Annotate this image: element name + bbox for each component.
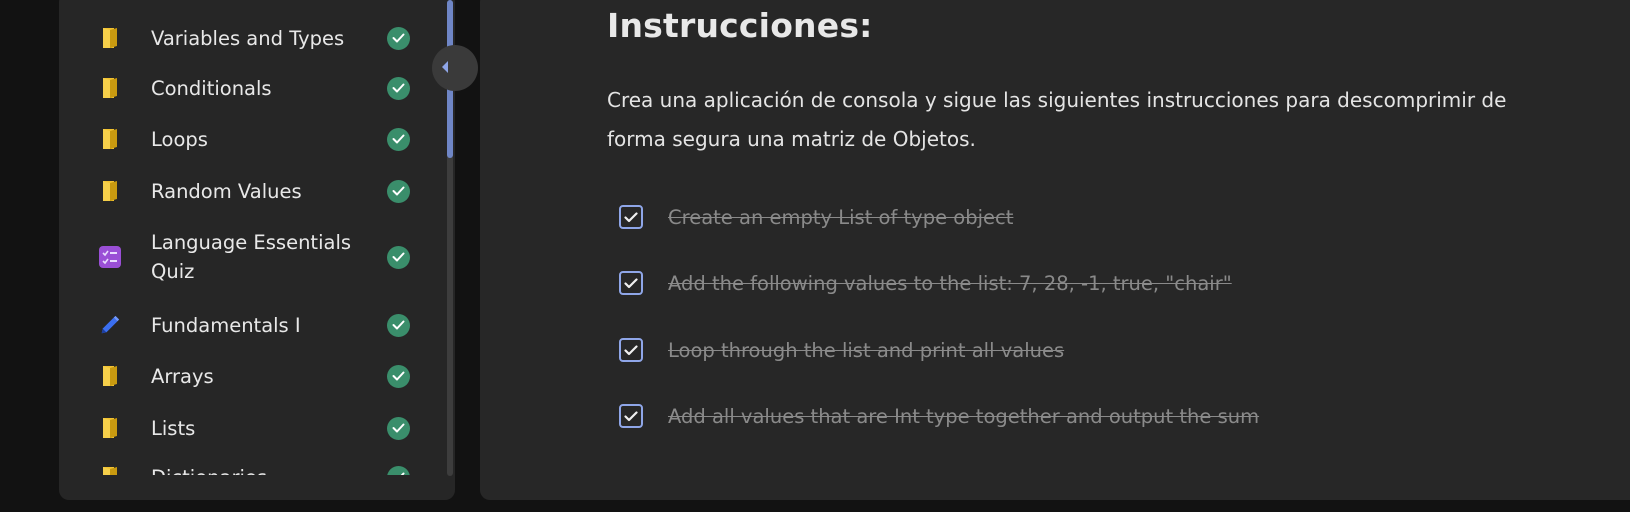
task-checkbox[interactable] (619, 205, 643, 229)
completed-check-icon (387, 416, 410, 440)
page-title: Instrucciones: (607, 6, 873, 45)
sidebar-item-fundamentals-i[interactable]: Fundamentals I (59, 310, 449, 340)
sidebar-item-conditionals[interactable]: Conditionals (59, 73, 449, 103)
sidebar-item-variables-and-types[interactable]: Variables and Types (59, 23, 449, 53)
completed-check-icon (387, 465, 410, 475)
book-icon (99, 465, 121, 475)
chevron-left-icon (440, 59, 450, 78)
sidebar-item-label: Arrays (151, 364, 214, 388)
task-item: Loop through the list and print all valu… (619, 336, 1064, 364)
completed-check-icon (387, 127, 410, 151)
checkmark-icon (624, 211, 638, 222)
completed-check-icon (387, 76, 410, 100)
task-checkbox[interactable] (619, 404, 643, 428)
collapse-sidebar-button[interactable] (432, 45, 478, 91)
sidebar-panel: Variables and Types Conditionals Loops R… (59, 0, 455, 500)
task-item: Create an empty List of type object (619, 203, 1013, 231)
sidebar-item-label: Conditionals (151, 76, 272, 100)
sidebar-item-label: Lists (151, 416, 196, 440)
instructions-description: Crea una aplicación de consola y sigue l… (607, 88, 1507, 151)
sidebar-item-label: Variables and Types (151, 26, 345, 50)
task-item: Add the following values to the list: 7,… (619, 269, 1232, 297)
checkmark-icon (624, 344, 638, 355)
quiz-icon (99, 245, 121, 269)
completed-check-icon (387, 364, 410, 388)
book-icon (99, 76, 121, 100)
checkmark-icon (624, 410, 638, 421)
sidebar-item-label: Fundamentals I (151, 313, 301, 337)
book-icon (99, 364, 121, 388)
sidebar-item-lists[interactable]: Lists (59, 413, 449, 443)
sidebar-item-dictionaries[interactable]: Dictionaries (59, 462, 449, 475)
sidebar-item-language-essentials-quiz[interactable]: Language Essentials Quiz (59, 227, 449, 287)
book-icon (99, 26, 121, 50)
completed-check-icon (387, 179, 410, 203)
task-text: Loop through the list and print all valu… (668, 338, 1065, 362)
sidebar-item-label: Loops (151, 127, 208, 151)
sidebar-item-arrays[interactable]: Arrays (59, 361, 449, 391)
sidebar-item-label: Random Values (151, 179, 302, 203)
sidebar-item-label: Language Essentials Quiz (151, 231, 352, 283)
sidebar-item-random-values[interactable]: Random Values (59, 176, 449, 206)
book-icon (99, 179, 121, 203)
sidebar-item-loops[interactable]: Loops (59, 124, 449, 154)
book-icon (99, 127, 121, 151)
sidebar-item-label: Dictionaries (151, 463, 366, 476)
task-text: Add all values that are Int type togethe… (668, 404, 1260, 428)
book-icon (99, 416, 121, 440)
task-item: Add all values that are Int type togethe… (619, 402, 1259, 430)
completed-check-icon (387, 245, 410, 269)
task-text: Add the following values to the list: 7,… (668, 271, 1232, 295)
task-text: Create an empty List of type object (668, 205, 1014, 229)
pencil-icon (99, 313, 121, 337)
completed-check-icon (387, 26, 410, 50)
completed-check-icon (387, 313, 410, 337)
sidebar-list: Variables and Types Conditionals Loops R… (59, 0, 449, 475)
checkmark-icon (624, 277, 638, 288)
task-checkbox[interactable] (619, 271, 643, 295)
task-checkbox[interactable] (619, 338, 643, 362)
